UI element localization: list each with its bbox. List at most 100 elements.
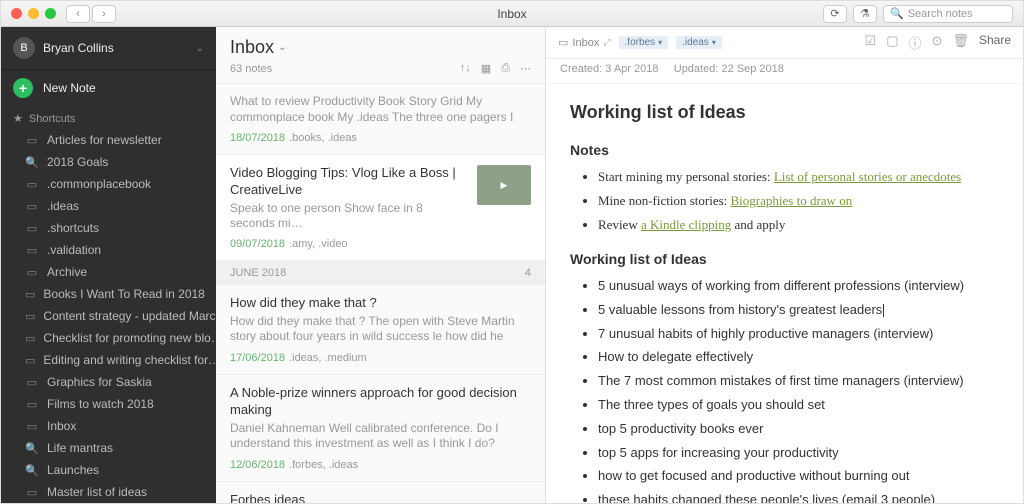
list-item[interactable]: Review a Kindle clipping and apply — [598, 215, 999, 236]
list-item[interactable]: top 5 productivity books ever — [598, 419, 999, 440]
sync-button[interactable]: ⟳ — [823, 5, 847, 23]
star-icon: ★ — [13, 112, 23, 125]
note-list: Inbox ⌄ 63 notes ↑↓ ▦ ⎙ ⋯ What to review… — [216, 27, 546, 503]
sidebar-item[interactable]: ▭Archive — [1, 261, 216, 283]
sidebar-item-label: Editing and writing checklist for… — [43, 353, 216, 367]
note-icon: ▭ — [25, 354, 35, 367]
sidebar-item-label: Master list of ideas — [47, 485, 147, 499]
list-item[interactable]: The 7 most common mistakes of first time… — [598, 371, 999, 392]
share-button[interactable]: Share — [979, 33, 1011, 52]
list-item[interactable]: how to get focused and productive withou… — [598, 466, 999, 487]
list-item[interactable]: Mine non-fiction stories: Biographies to… — [598, 191, 999, 212]
sidebar-item[interactable]: ▭ Content strategy - updated Marc… — [1, 305, 216, 327]
list-item[interactable]: How to delegate effectively — [598, 347, 999, 368]
note-card[interactable]: Forbes ideasLinear progression vs norm f… — [216, 482, 545, 503]
note-card[interactable]: How did they make that ?How did they mak… — [216, 285, 545, 375]
notebook-selector[interactable]: ▭ Inbox ⤢ — [558, 36, 611, 49]
sidebar-item[interactable]: ▭ Editing and writing checklist for… — [1, 349, 216, 371]
list-item[interactable]: Start mining my personal stories: List o… — [598, 167, 999, 188]
sidebar-item[interactable]: ▭ Checklist for promoting new blo… — [1, 327, 216, 349]
note-date: 12/06/2018 — [230, 459, 285, 471]
note-title[interactable]: Working list of Ideas — [570, 98, 999, 127]
month-header: JUNE 20184 — [216, 261, 545, 285]
sort-button[interactable]: ↑↓ — [460, 62, 471, 75]
present-button[interactable]: ▢ — [886, 33, 898, 52]
sidebar-item[interactable]: 🔍 Launches — [1, 459, 216, 481]
activity-button[interactable]: ⚗ — [853, 5, 877, 23]
note-preview: Daniel Kahneman Well calibrated conferen… — [230, 421, 531, 453]
new-note-button[interactable]: + New Note — [1, 70, 216, 106]
note-date: 17/06/2018 — [230, 352, 285, 364]
more-button[interactable]: ⊙ — [932, 33, 943, 52]
sidebar-item-label: 2018 Goals — [47, 155, 108, 169]
note-preview: How did they make that ? The open with S… — [230, 314, 531, 346]
note-tags: .amy, .video — [289, 238, 348, 250]
note-card[interactable]: A Noble-prize winners approach for good … — [216, 375, 545, 482]
note-card[interactable]: Video Blogging Tips: Vlog Like a Boss | … — [216, 155, 545, 261]
sidebar-item[interactable]: ▭ .commonplacebook — [1, 173, 216, 195]
sidebar-item[interactable]: ▭Graphics for Saskia — [1, 371, 216, 393]
trash-button[interactable]: 🗑 — [952, 33, 969, 52]
sidebar-item[interactable]: 🔍Life mantras — [1, 437, 216, 459]
filter-button[interactable]: ⎙ — [501, 62, 510, 75]
list-item[interactable]: 7 unusual habits of highly productive ma… — [598, 324, 999, 345]
traffic-lights — [1, 8, 56, 19]
sidebar-item[interactable]: ▭ Articles for newsletter — [1, 129, 216, 151]
note-link[interactable]: a Kindle clipping — [641, 217, 731, 232]
sidebar-item-label: Archive — [47, 265, 87, 279]
view-toggle-button[interactable]: ▦ — [481, 62, 491, 75]
window-title: Inbox — [497, 7, 526, 21]
more-options-button[interactable]: ⋯ — [520, 62, 531, 75]
created-date: Created: 3 Apr 2018 — [560, 63, 658, 75]
list-item[interactable]: 5 valuable lessons from history's greate… — [598, 300, 999, 321]
note-icon: ▭ — [25, 310, 35, 323]
sidebar-item-label: Content strategy - updated Marc… — [43, 309, 216, 323]
close-window[interactable] — [11, 8, 22, 19]
sidebar-item-label: Graphics for Saskia — [47, 375, 152, 389]
sidebar-item[interactable]: ▭.validation — [1, 239, 216, 261]
note-title: Forbes ideas — [230, 492, 531, 503]
notelist-dropdown-icon[interactable]: ⌄ — [278, 42, 286, 53]
note-body[interactable]: Working list of Ideas Notes Start mining… — [546, 84, 1023, 503]
sidebar-item[interactable]: ▭.shortcuts — [1, 217, 216, 239]
sidebar-item-label: Inbox — [47, 419, 76, 433]
search-icon: 🔍 — [25, 464, 39, 477]
note-icon: ▭ — [25, 332, 35, 345]
note-icon: ▭ — [25, 178, 39, 191]
sidebar-item-label: Films to watch 2018 — [47, 397, 154, 411]
sidebar-item-label: Books I Want To Read in 2018 — [43, 287, 204, 301]
note-tag[interactable]: .forbes▾ — [619, 36, 669, 49]
note-date: 18/07/2018 — [230, 132, 285, 144]
nav-forward-button[interactable]: › — [92, 5, 116, 23]
note-icon: ▭ — [25, 134, 39, 147]
list-item[interactable]: 5 unusual ways of working from different… — [598, 276, 999, 297]
note-link[interactable]: List of personal stories or anecdotes — [774, 169, 961, 184]
new-note-label: New Note — [43, 81, 96, 95]
maximize-window[interactable] — [45, 8, 56, 19]
note-card[interactable]: What to review Productivity Book Story G… — [216, 84, 545, 155]
search-input[interactable]: 🔍 Search notes — [883, 5, 1013, 23]
sidebar-item[interactable]: ▭.ideas — [1, 195, 216, 217]
sidebar-item[interactable]: ▭Master list of ideas — [1, 481, 216, 503]
notebook-name: Inbox — [572, 37, 599, 49]
nav-back-button[interactable]: ‹ — [66, 5, 90, 23]
account-switcher[interactable]: B Bryan Collins ⌄ — [1, 27, 216, 70]
sidebar-item[interactable]: ▭Inbox — [1, 415, 216, 437]
sidebar-item-label: .commonplacebook — [47, 177, 151, 191]
note-tag[interactable]: .ideas▾ — [676, 36, 722, 49]
sidebar-item-label: Launches — [47, 463, 99, 477]
sidebar-item[interactable]: 🔍2018 Goals — [1, 151, 216, 173]
sidebar-item[interactable]: ▭Films to watch 2018 — [1, 393, 216, 415]
list-item[interactable]: these habits changed these people's live… — [598, 490, 999, 503]
shortcuts-section[interactable]: ★ Shortcuts — [1, 106, 216, 129]
note-icon: ▭ — [25, 200, 39, 213]
note-link[interactable]: Biographies to draw on — [731, 193, 853, 208]
list-item[interactable]: top 5 apps for increasing your productiv… — [598, 443, 999, 464]
sidebar-item-label: Checklist for promoting new blo… — [43, 331, 216, 345]
info-button[interactable]: ⓘ — [909, 33, 922, 52]
sidebar-item[interactable]: ▭Books I Want To Read in 2018 — [1, 283, 216, 305]
sidebar-item-label: Articles for newsletter — [47, 133, 162, 147]
reminder-button[interactable]: ☑ — [865, 33, 877, 52]
list-item[interactable]: The three types of goals you should set — [598, 395, 999, 416]
minimize-window[interactable] — [28, 8, 39, 19]
